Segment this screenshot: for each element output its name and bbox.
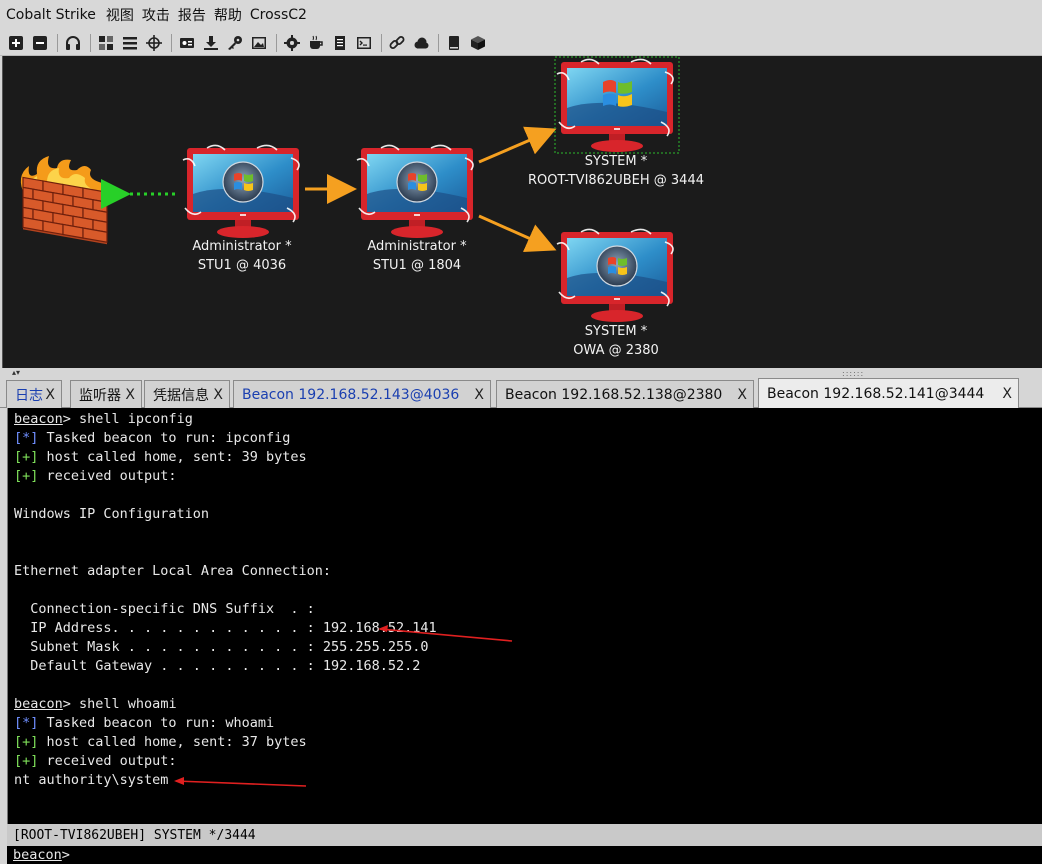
menu-crossc2[interactable]: CrossC2 (250, 7, 307, 23)
tab-beacon-141-3444[interactable]: Beacon 192.168.52.141@3444 X (758, 378, 1019, 409)
annotation-arrow (379, 628, 513, 642)
headphones-icon[interactable] (63, 33, 83, 53)
tab-close-button[interactable]: X (737, 387, 747, 403)
beacon-node-stu1-4036[interactable] (182, 144, 300, 239)
cloud-icon[interactable] (411, 33, 431, 53)
node-host: ROOT-TVI862UBEH @ 3444 (528, 173, 704, 188)
toolbar-separator (276, 33, 277, 52)
menu-attacks[interactable]: 攻击 (142, 5, 170, 25)
node-host: OWA @ 2380 (573, 343, 659, 358)
toolbar-separator (381, 33, 382, 52)
gear-icon[interactable] (282, 33, 302, 53)
book-icon[interactable] (444, 33, 464, 53)
add-icon[interactable] (6, 33, 26, 53)
firewall-icon[interactable] (20, 156, 111, 245)
menu-view[interactable]: 视图 (106, 5, 134, 25)
toolbar (0, 30, 1042, 56)
node-user: Administrator * (367, 239, 467, 254)
network-icon[interactable] (96, 33, 116, 53)
terminal-icon[interactable] (354, 33, 374, 53)
tab-label: 监听器 (79, 387, 121, 404)
tab-close-button[interactable]: X (474, 387, 484, 403)
tab-label: Beacon 192.168.52.141@3444 (767, 386, 985, 402)
menu-bar: Cobalt Strike 视图 攻击 报告 帮助 CrossC2 (0, 0, 1042, 30)
node-host: STU1 @ 4036 (197, 258, 287, 273)
cube-icon[interactable] (468, 33, 488, 53)
tab-label: Beacon 192.168.52.143@4036 (242, 386, 460, 403)
node-user: SYSTEM * (584, 154, 648, 169)
node-label-stu1-1804: Administrator * STU1 @ 1804 (317, 237, 517, 275)
pivot-graph: Administrator * STU1 @ 4036 Administrato… (2, 56, 1042, 368)
image-icon[interactable] (249, 33, 269, 53)
document-icon[interactable] (330, 33, 350, 53)
tab-listeners[interactable]: 监听器 X (70, 380, 142, 408)
toolbar-separator (90, 33, 91, 52)
node-user: SYSTEM * (584, 324, 648, 339)
input-prompt: beacon (13, 847, 62, 863)
key-icon[interactable] (225, 33, 245, 53)
remove-icon[interactable] (30, 33, 50, 53)
collapse-arrows-icon[interactable]: ▴▾ (12, 368, 20, 377)
menu-reporting[interactable]: 报告 (178, 5, 206, 25)
beacon-node-owa-2380[interactable] (556, 228, 674, 323)
tab-close-button[interactable]: X (125, 387, 135, 403)
node-host: STU1 @ 1804 (372, 258, 462, 273)
beacon-node-root-3444[interactable] (556, 58, 674, 153)
node-label-root-3444: SYSTEM * ROOT-TVI862UBEH @ 3444 (516, 152, 716, 190)
toolbar-separator (438, 33, 439, 52)
pane-splitter[interactable]: ▴▾ :::::: (0, 368, 1042, 378)
annotation-overlay (174, 625, 513, 787)
beacon-status-bar: [ROOT-TVI862UBEH] SYSTEM */3444 (7, 824, 1042, 846)
node-label-stu1-4036: Administrator * STU1 @ 4036 (142, 237, 342, 275)
credentials-icon[interactable] (177, 33, 197, 53)
tab-credentials[interactable]: 凭据信息 X (144, 380, 230, 408)
menu-help[interactable]: 帮助 (214, 5, 242, 25)
coffee-icon[interactable] (306, 33, 326, 53)
command-input-line[interactable]: beacon > (7, 846, 1042, 864)
toolbar-separator (171, 33, 172, 52)
tab-close-button[interactable]: X (45, 387, 55, 403)
node-user: Administrator * (192, 239, 292, 254)
tab-beacon-138-2380[interactable]: Beacon 192.168.52.138@2380 X (496, 380, 754, 408)
crosshair-icon[interactable] (144, 33, 164, 53)
menu-cobalt-strike[interactable]: Cobalt Strike (6, 7, 96, 23)
node-label-owa-2380: SYSTEM * OWA @ 2380 (516, 322, 716, 360)
download-icon[interactable] (201, 33, 221, 53)
tab-bar: 日志 X 监听器 X 凭据信息 X Beacon 192.168.52.143@… (0, 377, 1042, 409)
list-icon[interactable] (120, 33, 140, 53)
toolbar-separator (57, 33, 58, 52)
tab-beacon-143-4036[interactable]: Beacon 192.168.52.143@4036 X (233, 380, 491, 408)
beacon-node-stu1-1804[interactable] (356, 144, 474, 239)
input-prompt-suffix: > (61, 847, 70, 863)
tab-event-log[interactable]: 日志 X (6, 380, 62, 408)
annotation-arrow (175, 780, 307, 787)
annotation-arrowhead (378, 625, 388, 632)
tab-label: 凭据信息 (153, 387, 209, 404)
status-text: [ROOT-TVI862UBEH] SYSTEM */3444 (13, 827, 256, 843)
tab-close-button[interactable]: X (1002, 386, 1012, 402)
link-icon[interactable] (387, 33, 407, 53)
tab-label: 日志 (15, 387, 43, 404)
command-input[interactable] (69, 847, 1042, 863)
tab-close-button[interactable]: X (213, 387, 223, 403)
tab-label: Beacon 192.168.52.138@2380 (505, 386, 723, 403)
annotation-arrowhead (174, 777, 184, 785)
beacon-console[interactable]: beacon> shell ipconfig [*] Tasked beacon… (7, 408, 1042, 824)
